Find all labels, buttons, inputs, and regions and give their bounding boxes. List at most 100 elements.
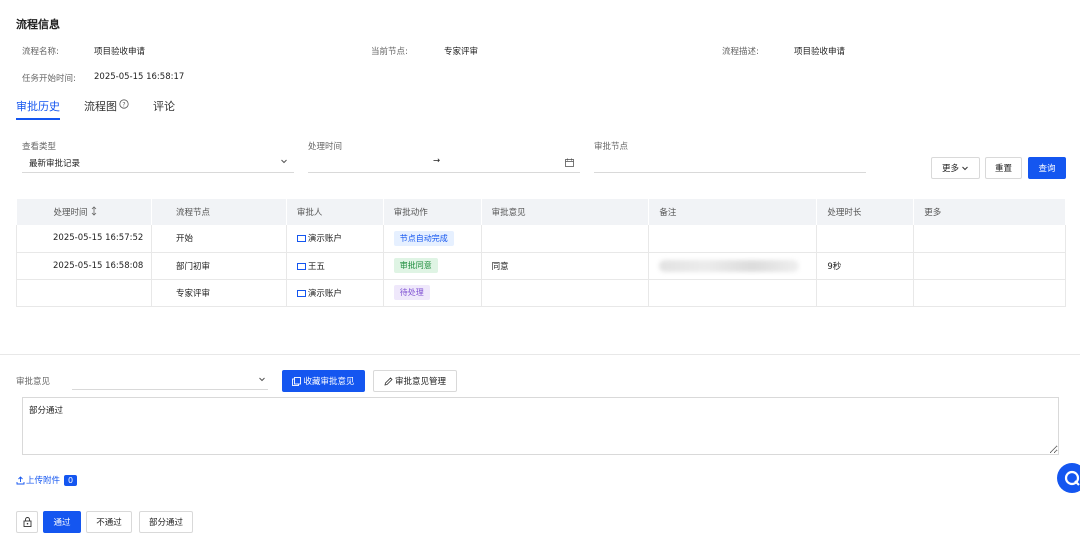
more-filters-button[interactable]: 更多 bbox=[931, 157, 980, 179]
status-badge: 节点自动完成 bbox=[393, 230, 454, 246]
task-start-label: 任务开始时间: bbox=[22, 74, 76, 84]
reject-button[interactable]: 不通过 bbox=[86, 511, 132, 533]
query-button[interactable]: 查询 bbox=[1028, 157, 1066, 179]
tab-comments[interactable]: 评论 bbox=[153, 98, 175, 120]
svg-text:?: ? bbox=[122, 101, 125, 108]
process-name-value: 项目验收申请 bbox=[94, 47, 146, 57]
process-name-row: 流程名称: bbox=[22, 45, 59, 57]
tab-label: 评论 bbox=[153, 100, 175, 113]
attachment-count-badge: 0 bbox=[64, 474, 78, 486]
row-opinion: 同意 bbox=[481, 252, 650, 280]
manage-opinion-button[interactable]: 审批意见管理 bbox=[373, 370, 457, 392]
row-time: 2025-05-15 16:58:08 bbox=[16, 252, 152, 280]
table-row: 专家评审 演示账户 待处理 bbox=[16, 279, 1066, 307]
view-type-value: 最新审批记录 bbox=[29, 158, 81, 169]
lock-button[interactable] bbox=[16, 511, 38, 533]
column-header-approver: 审批人 bbox=[286, 199, 384, 225]
process-time-label: 处理时间 bbox=[308, 142, 343, 152]
calendar-icon[interactable] bbox=[565, 158, 574, 170]
row-time: 2025-05-15 16:57:52 bbox=[16, 225, 152, 253]
row-node: 专家评审 bbox=[151, 279, 287, 307]
chevron-down-icon bbox=[961, 164, 969, 172]
section-title: 流程信息 bbox=[16, 18, 60, 31]
partial-pass-button[interactable]: 部分通过 bbox=[139, 511, 193, 533]
chevron-down-icon bbox=[280, 157, 288, 168]
process-time-range[interactable]: → bbox=[308, 153, 580, 173]
reset-button[interactable]: 重置 bbox=[985, 157, 1022, 179]
process-desc-label: 流程描述: bbox=[722, 47, 759, 57]
column-header-node: 流程节点 bbox=[151, 199, 287, 225]
row-approver: 演示账户 bbox=[286, 225, 384, 253]
row-duration bbox=[816, 279, 915, 307]
tab-label: 审批历史 bbox=[16, 100, 60, 113]
row-node: 开始 bbox=[151, 225, 287, 253]
tab-flowchart[interactable]: 流程图 ? bbox=[84, 98, 129, 120]
column-header-duration: 处理时长 bbox=[816, 199, 915, 225]
process-name-label: 流程名称: bbox=[22, 47, 59, 57]
tab-approval-history[interactable]: 审批历史 bbox=[16, 98, 60, 120]
task-start-value: 2025-05-15 16:58:17 bbox=[94, 72, 185, 82]
approval-history-table: 处理时间 流程节点 审批人 审批动作 审批意见 备注 处理时长 更多 2025-… bbox=[16, 199, 1066, 307]
row-duration: 9秒 bbox=[816, 252, 915, 280]
edit-icon bbox=[384, 376, 393, 386]
row-time bbox=[16, 279, 152, 307]
row-action: 审批同意 bbox=[383, 252, 482, 280]
table-row: 2025-05-15 16:58:08 部门初审 王五 审批同意 同意 9秒 bbox=[16, 252, 1066, 280]
collect-label: 收藏审批意见 bbox=[303, 377, 355, 387]
column-header-opinion: 审批意见 bbox=[481, 199, 650, 225]
upload-attachment-link[interactable]: 上传附件 0 bbox=[16, 474, 78, 486]
row-opinion bbox=[481, 225, 650, 253]
row-remark bbox=[648, 279, 818, 307]
current-node-label: 当前节点: bbox=[371, 47, 408, 57]
assistant-float-button[interactable] bbox=[1057, 463, 1080, 493]
help-icon[interactable]: ? bbox=[117, 98, 129, 112]
row-more bbox=[913, 252, 1066, 280]
manage-label: 审批意见管理 bbox=[394, 377, 446, 387]
user-card-icon bbox=[296, 262, 306, 270]
row-action: 节点自动完成 bbox=[383, 225, 482, 253]
row-action: 待处理 bbox=[383, 279, 482, 307]
approval-node-input[interactable] bbox=[594, 153, 866, 173]
view-type-select[interactable]: 最新审批记录 bbox=[22, 153, 294, 173]
bookmark-icon bbox=[292, 376, 302, 386]
upload-label: 上传附件 bbox=[26, 476, 61, 486]
range-separator: → bbox=[433, 156, 441, 166]
user-card-icon bbox=[296, 235, 306, 243]
opinion-select[interactable] bbox=[72, 370, 268, 390]
status-badge: 审批同意 bbox=[393, 258, 438, 273]
collect-opinion-button[interactable]: 收藏审批意见 bbox=[282, 370, 365, 392]
status-badge: 待处理 bbox=[393, 285, 430, 300]
chat-icon bbox=[1063, 469, 1080, 490]
more-label: 更多 bbox=[941, 164, 959, 174]
opinion-textarea[interactable]: 部分通过 bbox=[22, 397, 1059, 455]
row-approver: 王五 bbox=[286, 252, 384, 280]
section-divider bbox=[0, 354, 1080, 355]
sort-icon[interactable] bbox=[90, 205, 98, 219]
row-node: 部门初审 bbox=[151, 252, 287, 280]
table-row: 2025-05-15 16:57:52 开始 演示账户 节点自动完成 bbox=[16, 225, 1066, 253]
row-more bbox=[913, 225, 1066, 253]
row-opinion bbox=[481, 279, 650, 307]
column-header-action: 审批动作 bbox=[383, 199, 482, 225]
row-remark bbox=[648, 225, 818, 253]
table-header-row: 处理时间 流程节点 审批人 审批动作 审批意见 备注 处理时长 更多 bbox=[16, 199, 1066, 225]
opinion-label: 审批意见 bbox=[16, 377, 51, 387]
pass-button[interactable]: 通过 bbox=[43, 511, 81, 533]
column-header-time[interactable]: 处理时间 bbox=[16, 199, 152, 225]
row-more bbox=[913, 279, 1066, 307]
row-duration bbox=[816, 225, 915, 253]
row-approver: 演示账户 bbox=[286, 279, 384, 307]
column-header-remark: 备注 bbox=[648, 199, 818, 225]
user-card-icon bbox=[296, 289, 306, 297]
upload-icon bbox=[16, 475, 25, 485]
approval-node-label: 审批节点 bbox=[594, 142, 629, 152]
current-node-value: 专家评审 bbox=[444, 47, 479, 57]
blurred-remark bbox=[659, 259, 800, 272]
view-type-label: 查看类型 bbox=[22, 142, 57, 152]
tab-bar: 审批历史 流程图 ? 评论 bbox=[16, 98, 199, 120]
chevron-down-icon bbox=[258, 375, 266, 386]
row-remark bbox=[648, 252, 818, 280]
column-header-more: 更多 bbox=[913, 199, 1066, 225]
tab-label: 流程图 bbox=[84, 100, 117, 113]
process-desc-value: 项目验收申请 bbox=[794, 47, 846, 57]
